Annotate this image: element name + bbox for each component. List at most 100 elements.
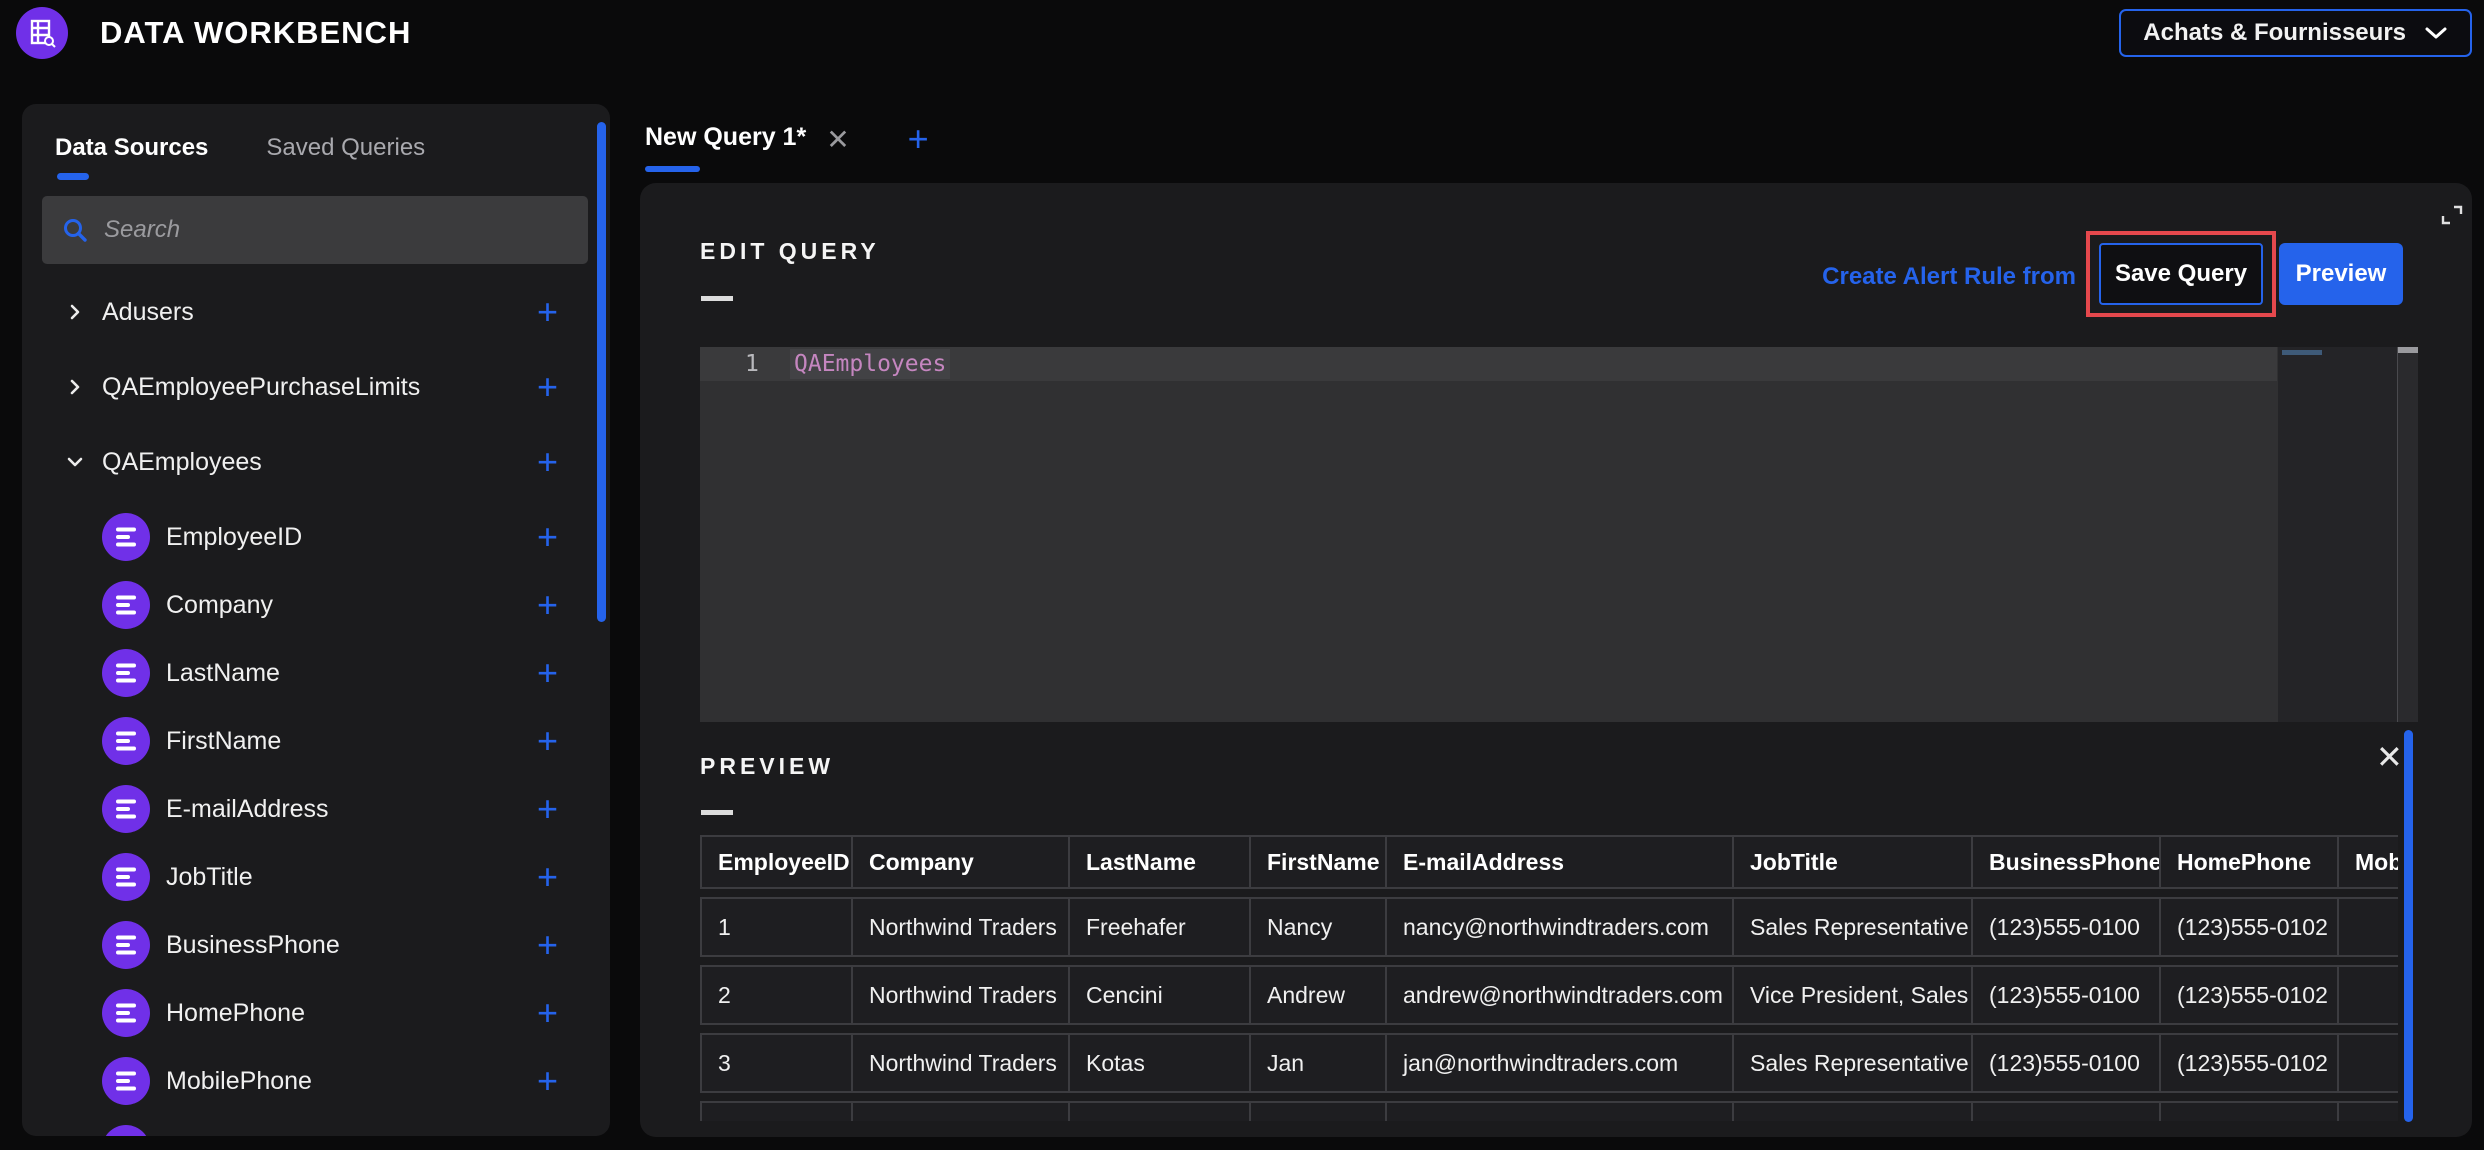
field-icon bbox=[102, 785, 150, 833]
tree-field-row[interactable]: HomePhone + bbox=[22, 989, 610, 1037]
save-query-button[interactable]: Save Query bbox=[2099, 243, 2263, 305]
tree-field-row[interactable]: JobTitle+ bbox=[22, 853, 610, 901]
table-cell bbox=[700, 1101, 851, 1121]
field-icon bbox=[102, 853, 150, 901]
add-to-query-icon[interactable]: + bbox=[537, 791, 558, 827]
tab-saved-queries[interactable]: Saved Queries bbox=[266, 134, 425, 180]
tree-item-label: E-mailAddress bbox=[166, 795, 329, 824]
tree-field-row[interactable]: FirstName + bbox=[22, 717, 610, 765]
tree-source-row[interactable]: QAEmployees + bbox=[22, 438, 610, 486]
add-to-query-icon[interactable]: + bbox=[537, 369, 558, 405]
editor-scrollbar-track[interactable] bbox=[2398, 347, 2418, 722]
tree-field-row[interactable]: MobilePhone+ bbox=[22, 1057, 610, 1105]
preview-button[interactable]: Preview bbox=[2279, 243, 2403, 305]
column-header: E-mailAddress bbox=[1385, 835, 1732, 889]
add-to-query-icon[interactable]: + bbox=[537, 995, 558, 1031]
tree-item-label: FirstName bbox=[166, 727, 281, 756]
sidebar-tabs: Data Sources Saved Queries bbox=[22, 104, 610, 180]
add-to-query-icon[interactable]: + bbox=[537, 655, 558, 691]
table-cell: Cencini bbox=[1068, 965, 1249, 1025]
table-cell: Northwind Traders bbox=[851, 965, 1068, 1025]
tree-item-label: QAEmployeePurchaseLimits bbox=[102, 373, 420, 402]
close-preview-icon[interactable]: ✕ bbox=[2376, 741, 2403, 773]
column-header: MobilePhone bbox=[2337, 835, 2398, 889]
edit-query-title-dash bbox=[701, 296, 733, 301]
tree-field-row[interactable]: E-mailAddress + bbox=[22, 785, 610, 833]
table-cell: (123)555-0100 bbox=[1971, 965, 2159, 1025]
column-header: FirstName bbox=[1249, 835, 1385, 889]
data-workbench-logo bbox=[16, 7, 68, 59]
table-cell: (123)555-0102 bbox=[2159, 965, 2337, 1025]
editor-minimap bbox=[2278, 347, 2398, 722]
query-code-editor[interactable]: 1 QAEmployees bbox=[700, 347, 2418, 722]
app-header: DATA WORKBENCH Achats & Fournisseurs bbox=[0, 0, 2484, 66]
search-input[interactable] bbox=[104, 216, 568, 244]
preview-scrollbar[interactable] bbox=[2404, 730, 2413, 1122]
table-cell: 1 bbox=[700, 897, 851, 957]
tree-item-label: Company bbox=[166, 591, 273, 620]
preview-table-wrap: EmployeeIDCompanyLastNameFirstNameE-mail… bbox=[700, 835, 2398, 1121]
table-cell bbox=[2159, 1101, 2337, 1121]
tree-item-label: Adusers bbox=[102, 298, 194, 327]
sidebar-scrollbar[interactable] bbox=[597, 122, 606, 622]
tree-field-row[interactable]: BusinessPhone+ bbox=[22, 921, 610, 969]
add-to-query-icon[interactable]: + bbox=[537, 723, 558, 759]
edit-query-title: EDIT QUERY bbox=[700, 238, 880, 265]
add-to-query-icon[interactable]: + bbox=[537, 927, 558, 963]
field-icon bbox=[102, 581, 150, 629]
table-row: 3Northwind TradersKotasJanjan@northwindt… bbox=[700, 1033, 2398, 1093]
tree-item-label: HomePhone bbox=[166, 999, 305, 1028]
editor-scrollbar-thumb[interactable] bbox=[2398, 347, 2418, 353]
close-tab-icon[interactable]: ✕ bbox=[826, 123, 849, 156]
tree-source-row[interactable]: QAEmployeePurchaseLimits + bbox=[22, 363, 610, 411]
table-cell: andrew@northwindtraders.com bbox=[1385, 965, 1732, 1025]
table-cell: jan@northwindtraders.com bbox=[1385, 1033, 1732, 1093]
add-to-query-icon[interactable]: + bbox=[537, 519, 558, 555]
tree-item-label: EmployeeID bbox=[166, 523, 302, 552]
field-icon bbox=[102, 1057, 150, 1105]
tree-field-row[interactable]: EmployeeID + bbox=[22, 513, 610, 561]
code-area[interactable]: 1 QAEmployees bbox=[700, 347, 2277, 722]
tab-new-query-1[interactable]: New Query 1* bbox=[645, 123, 806, 172]
add-tab-icon[interactable]: + bbox=[908, 118, 929, 160]
column-header: JobTitle bbox=[1732, 835, 1971, 889]
create-alert-rule-link[interactable]: Create Alert Rule from bbox=[1822, 263, 2076, 291]
add-to-query-icon[interactable]: + bbox=[537, 1063, 558, 1099]
field-icon bbox=[102, 989, 150, 1037]
workspace-selector-value: Achats & Fournisseurs bbox=[2143, 19, 2406, 47]
table-cell: Andrew bbox=[1249, 965, 1385, 1025]
table-cell: Sales Representative bbox=[1732, 1033, 1971, 1093]
add-to-query-icon[interactable]: + bbox=[537, 294, 558, 330]
column-header: LastName bbox=[1068, 835, 1249, 889]
add-to-query-icon[interactable]: + bbox=[537, 859, 558, 895]
table-cell: Northwind Traders bbox=[851, 897, 1068, 957]
tree-item-label: QAEmployees bbox=[102, 448, 262, 477]
table-cell bbox=[1249, 1101, 1385, 1121]
code-line-1: 1 QAEmployees bbox=[700, 347, 2277, 381]
add-to-query-icon[interactable]: + bbox=[537, 444, 558, 480]
tree-field-row[interactable]: LastName+ bbox=[22, 649, 610, 697]
table-cell: Nancy bbox=[1249, 897, 1385, 957]
column-header: HomePhone bbox=[2159, 835, 2337, 889]
tree-source-row[interactable]: Adusers + bbox=[22, 288, 610, 336]
expand-panel-icon[interactable] bbox=[2440, 203, 2464, 232]
workspace-selector[interactable]: Achats & Fournisseurs bbox=[2119, 9, 2472, 57]
table-cell bbox=[2337, 897, 2398, 957]
field-icon bbox=[102, 921, 150, 969]
table-cell: (123)555-0102 bbox=[2159, 1033, 2337, 1093]
preview-title-dash bbox=[701, 810, 733, 815]
add-to-query-icon[interactable]: + bbox=[537, 587, 558, 623]
tree-field-row[interactable] bbox=[22, 1125, 610, 1136]
chevron-down-icon bbox=[2424, 26, 2448, 40]
chevron-right-icon[interactable] bbox=[64, 376, 90, 398]
query-tab-bar: New Query 1* ✕ + bbox=[645, 118, 929, 176]
tab-data-sources[interactable]: Data Sources bbox=[55, 134, 208, 180]
tree-field-row[interactable]: Company + bbox=[22, 581, 610, 629]
query-panel: EDIT QUERY Create Alert Rule from Save Q… bbox=[640, 183, 2472, 1137]
preview-title: PREVIEW bbox=[700, 753, 834, 780]
column-header: BusinessPhone bbox=[1971, 835, 2159, 889]
app-root: DATA WORKBENCH Achats & Fournisseurs Dat… bbox=[0, 0, 2484, 1150]
table-cell: Vice President, Sales bbox=[1732, 965, 1971, 1025]
chevron-down-icon[interactable] bbox=[64, 451, 90, 473]
chevron-right-icon[interactable] bbox=[64, 301, 90, 323]
